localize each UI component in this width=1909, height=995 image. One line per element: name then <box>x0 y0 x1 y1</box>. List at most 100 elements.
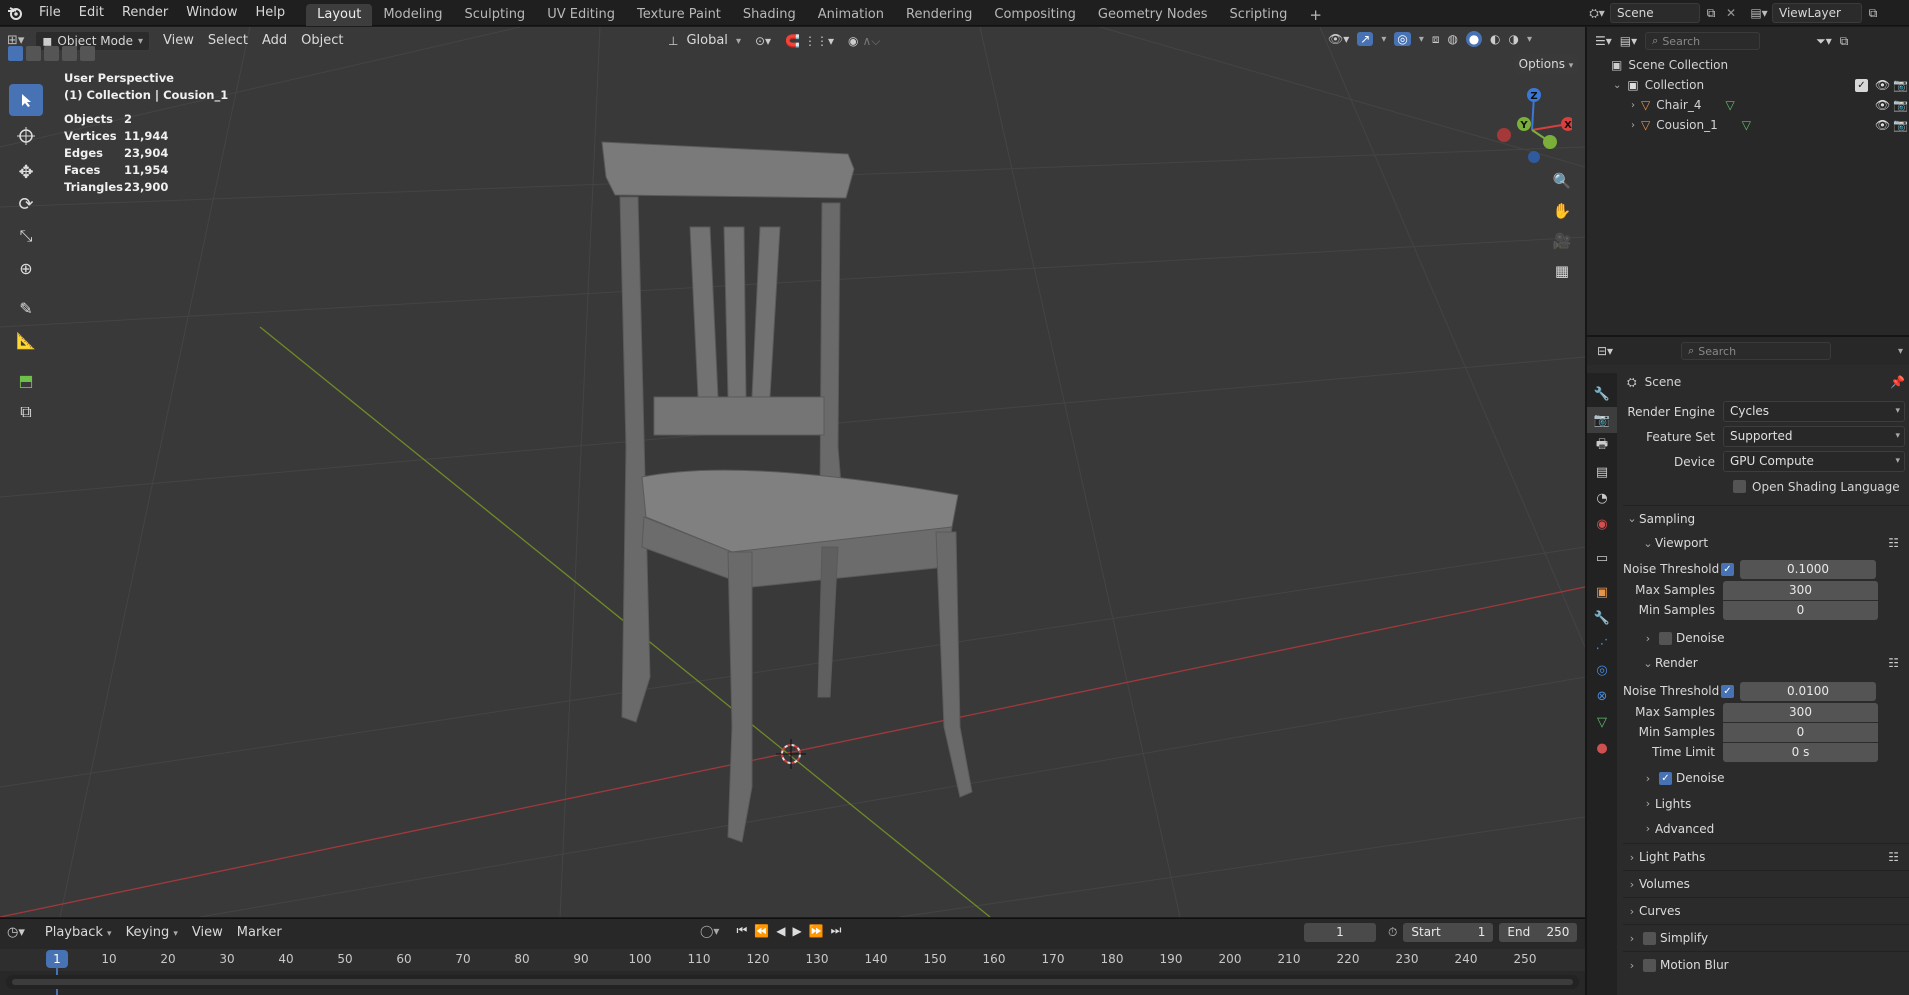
falloff-icon[interactable]: ∧⌵ <box>863 34 881 49</box>
tab-layout[interactable]: Layout <box>306 3 373 26</box>
feature-set-dropdown[interactable]: Supported ▾ <box>1723 426 1905 447</box>
motion-blur-checkbox[interactable] <box>1643 958 1656 972</box>
transform-tool-icon[interactable]: ⊕ <box>9 252 43 284</box>
tab-modeling[interactable]: Modeling <box>372 4 453 26</box>
measure-tool-icon[interactable]: 📐 <box>9 324 43 356</box>
annotate-tool-icon[interactable]: ✎ <box>9 292 43 324</box>
marker-menu[interactable]: Marker <box>230 922 289 944</box>
select-new-icon[interactable] <box>8 46 23 61</box>
noise-threshold-field[interactable]: 0.1000 <box>1740 559 1876 579</box>
timeline-scrollbar[interactable] <box>6 975 1579 989</box>
eye-icon[interactable]: 👁 <box>1875 98 1890 112</box>
view-layer-tab-icon[interactable]: ▤ <box>1587 459 1617 485</box>
rotate-tool-icon[interactable]: ⟳ <box>9 188 43 220</box>
play-icon[interactable]: ▶ <box>792 924 801 938</box>
world-tab-icon[interactable]: ◉ <box>1587 511 1617 537</box>
chevron-down-icon[interactable]: ▾ <box>1527 34 1532 45</box>
new-scene-icon[interactable]: ⧉ <box>1700 6 1722 21</box>
vp-denoise-checkbox[interactable] <box>1659 631 1672 645</box>
physics-tab-icon[interactable]: ◎ <box>1587 657 1617 683</box>
menu-add[interactable]: Add <box>255 30 294 52</box>
chevron-right-icon[interactable]: › <box>1631 100 1635 111</box>
data-tab-icon[interactable]: ▽ <box>1587 709 1617 735</box>
menu-edit[interactable]: Edit <box>70 0 113 26</box>
render-engine-dropdown[interactable]: Cycles ▾ <box>1723 401 1905 422</box>
gizmo-y-neg-axis[interactable] <box>1543 135 1557 149</box>
menu-file[interactable]: File <box>30 0 70 26</box>
noise-threshold-field[interactable]: 0.0100 <box>1740 681 1876 701</box>
tree-row-scene-collection[interactable]: ▣ Scene Collection <box>1587 55 1909 75</box>
outliner-editor-type-icon[interactable]: ☰▾ <box>1595 34 1612 48</box>
particles-tab-icon[interactable]: ⋰ <box>1587 631 1617 657</box>
view-layer-icon[interactable]: ▤▾ <box>1746 6 1772 20</box>
snap-target-icon[interactable]: ⋮⋮▾ <box>804 34 834 48</box>
pin-icon[interactable]: 📌 <box>1890 375 1905 389</box>
volumes-panel[interactable]: › Volumes <box>1623 870 1909 897</box>
select-extend-icon[interactable] <box>26 46 41 61</box>
stopwatch-icon[interactable]: ⏱ <box>1388 925 1397 940</box>
wireframe-shading-icon[interactable]: ◍ <box>1448 32 1458 46</box>
properties-search-input[interactable]: ⌕ Search <box>1681 342 1832 360</box>
jump-end-icon[interactable]: ⏭ <box>831 923 842 938</box>
options-button[interactable]: Options ▾ <box>1515 54 1577 74</box>
add-object-tool-icon[interactable]: ⧉ <box>9 396 43 428</box>
select-subtract-icon[interactable] <box>44 46 59 61</box>
noise-threshold-checkbox[interactable]: ✓ <box>1721 684 1734 698</box>
exclude-checkbox[interactable]: ✓ <box>1855 78 1868 92</box>
timeline-view-menu[interactable]: View <box>185 922 230 944</box>
tab-geometry-nodes[interactable]: Geometry Nodes <box>1087 4 1219 26</box>
modifier-tab-icon[interactable]: 🔧 <box>1587 605 1617 631</box>
frame-ruler[interactable]: 10 20 30 40 50 60 70 80 90 100 110 120 130 140 150 160 1… <box>0 949 1585 995</box>
menu-select[interactable]: Select <box>201 30 255 52</box>
tab-sculpting[interactable]: Sculpting <box>453 4 536 26</box>
menu-render[interactable]: Render <box>113 0 177 26</box>
outliner-search-input[interactable]: ⌕ Search <box>1645 32 1761 50</box>
simplify-panel[interactable]: › Simplify <box>1623 924 1909 951</box>
max-samples-field[interactable]: 300 <box>1723 702 1878 722</box>
scene-icon[interactable]: ⛭▾ <box>1584 6 1610 21</box>
tool-tab-icon[interactable]: 🔧 <box>1587 381 1617 407</box>
material-shading-icon[interactable]: ◐ <box>1490 32 1500 46</box>
mesh-data-icon[interactable]: ▽ <box>1742 118 1751 132</box>
select-intersect-icon[interactable] <box>80 46 95 61</box>
auto-keying-icon[interactable]: ◯▾ <box>700 924 719 938</box>
add-cube-tool-icon[interactable]: ⬒ <box>9 364 43 396</box>
pan-hand-icon[interactable]: ✋ <box>1548 197 1576 225</box>
camera-icon[interactable]: 📷 <box>1893 118 1908 132</box>
properties-editor-type-icon[interactable]: ⊟▾ <box>1597 344 1613 358</box>
tree-row-object[interactable]: › ▽ Chair_4 ▽ 👁 📷 <box>1587 95 1909 115</box>
select-invert-icon[interactable] <box>62 46 77 61</box>
play-reverse-icon[interactable]: ◀ <box>776 924 785 938</box>
gizmo-toggle-icon[interactable]: ↗ <box>1357 32 1374 46</box>
mesh-data-icon[interactable]: ▽ <box>1725 98 1734 112</box>
osl-checkbox[interactable] <box>1733 480 1746 493</box>
xray-icon[interactable]: ⧈ <box>1432 32 1440 47</box>
camera-icon[interactable]: 📷 <box>1893 98 1908 112</box>
new-collection-icon[interactable]: ⧉ <box>1840 34 1849 49</box>
noise-threshold-checkbox[interactable]: ✓ <box>1721 562 1734 576</box>
proportional-edit-icon[interactable]: ◉ <box>848 34 858 48</box>
constraints-tab-icon[interactable]: ⊗ <box>1587 683 1617 709</box>
jump-keyframe-back-icon[interactable]: ⏪ <box>754 924 769 938</box>
render-subpanel-header[interactable]: ⌄ Render ☷ <box>1623 651 1909 675</box>
menu-view[interactable]: View <box>156 30 201 52</box>
r-denoise-subpanel[interactable]: › ✓ Denoise <box>1623 765 1909 791</box>
motion-blur-panel[interactable]: › Motion Blur <box>1623 951 1909 978</box>
presets-list-icon[interactable]: ☷ <box>1888 850 1899 864</box>
object-tab-icon[interactable]: ▣ <box>1587 579 1617 605</box>
scene-tab-icon[interactable]: ◔ <box>1587 485 1617 511</box>
end-frame-field[interactable]: End 250 <box>1499 923 1578 942</box>
jump-start-icon[interactable]: ⏮ <box>736 923 747 938</box>
current-frame-field[interactable]: 1 <box>1304 923 1376 942</box>
lights-subpanel[interactable]: › Lights <box>1623 791 1909 816</box>
presets-list-icon[interactable]: ☷ <box>1888 656 1899 670</box>
render-tab-icon[interactable]: 📷 <box>1587 407 1617 433</box>
navigation-gizmo[interactable]: Z X Y <box>1492 85 1572 165</box>
tab-texture-paint[interactable]: Texture Paint <box>626 4 732 26</box>
pivot-icon[interactable]: ⊙▾ <box>755 34 771 48</box>
overlays-icon[interactable]: ◎ <box>1394 32 1411 46</box>
presets-list-icon[interactable]: ☷ <box>1888 536 1899 550</box>
playback-menu[interactable]: Playback ▾ <box>38 922 119 944</box>
chevron-right-icon[interactable]: › <box>1631 120 1635 131</box>
tab-rendering[interactable]: Rendering <box>895 4 983 26</box>
